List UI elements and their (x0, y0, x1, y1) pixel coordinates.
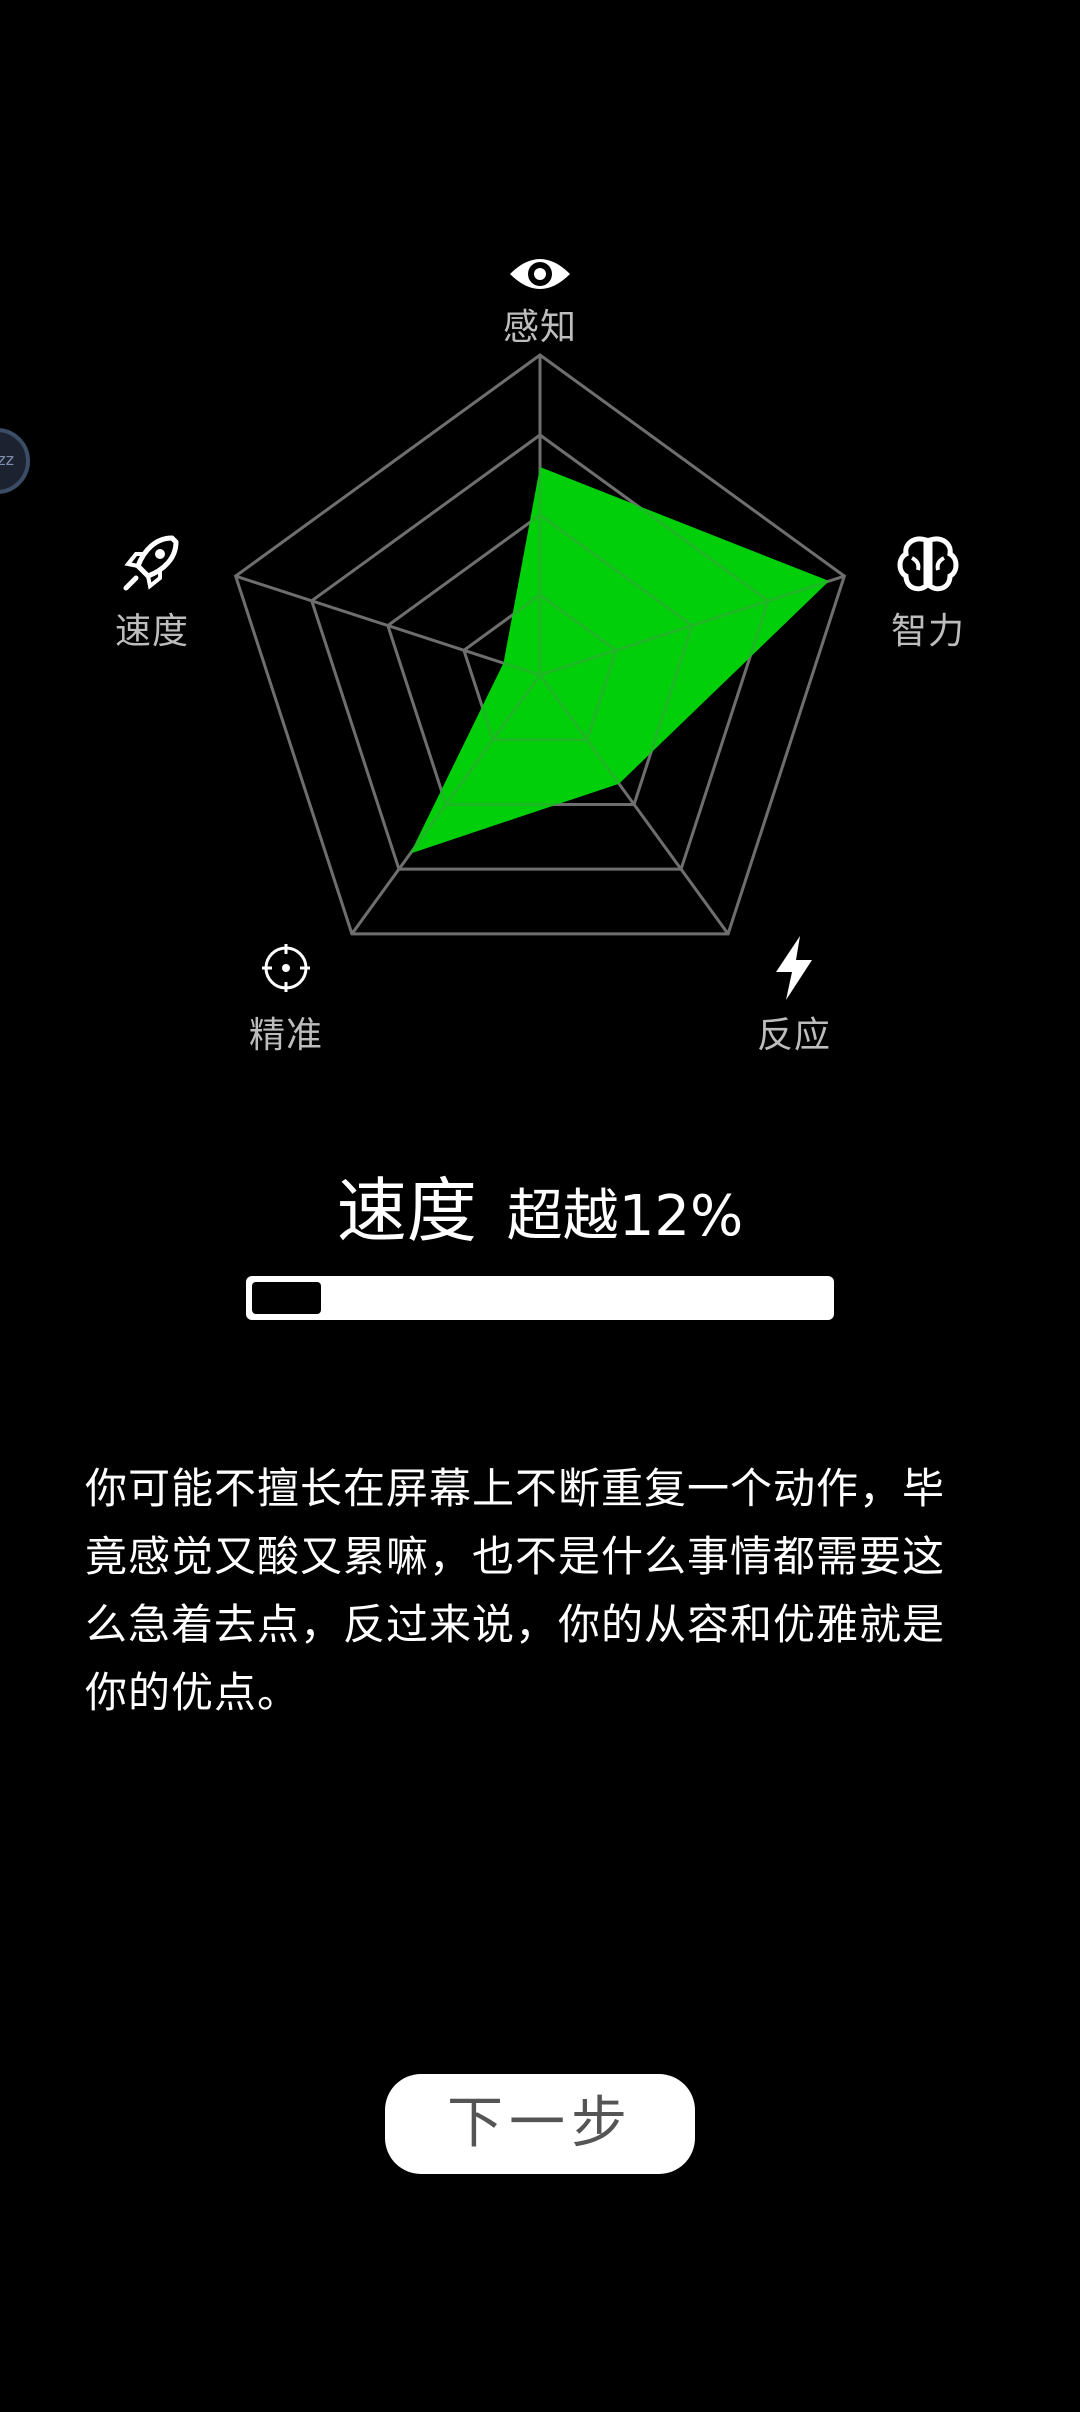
axis-label-precision: 精准 (248, 1015, 323, 1056)
result-header: 速度 超越12% (0, 1155, 1080, 1255)
progress-fill (252, 1282, 322, 1314)
axis-label-intelligence: 智力 (890, 611, 965, 652)
lightning-icon (776, 936, 812, 1000)
crosshair-icon (262, 944, 310, 992)
radar-grid-overlay (233, 353, 847, 936)
axis-label-reaction: 反应 (756, 1015, 831, 1056)
result-description: 你可能不擅长在屏幕上不断重复一个动作，毕竟感觉又酸又累嘛，也不是什么事情都需要这… (85, 1464, 946, 1717)
result-title: 速度 (336, 1170, 477, 1252)
brain-icon (897, 536, 959, 592)
rocket-icon (123, 535, 179, 591)
floating-bubble-text: zz (0, 450, 14, 469)
radar-score-area (410, 467, 830, 854)
progress-bar (246, 1276, 834, 1320)
axis-label-speed: 速度 (114, 611, 189, 652)
next-step-button[interactable]: 下一步 (385, 2074, 695, 2174)
result-percent: 超越12% (506, 1184, 744, 1249)
radar-axis-line (235, 574, 541, 677)
axis-label-perception: 感知 (502, 307, 577, 348)
